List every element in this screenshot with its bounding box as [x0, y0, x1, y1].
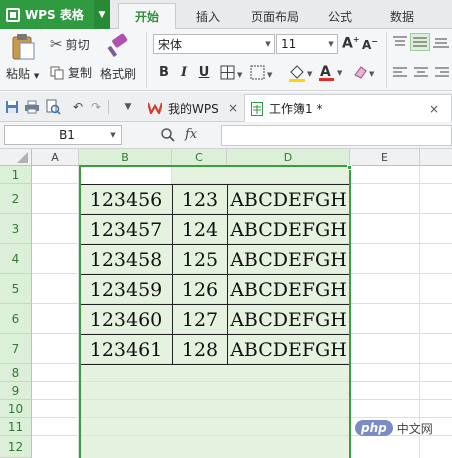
svg-text:A: A [320, 64, 331, 80]
row-header-9[interactable]: 9 [0, 382, 32, 400]
clear-format-icon[interactable]: ▼ [352, 64, 378, 83]
redo-icon[interactable]: ↷ [88, 99, 104, 115]
row-header-3[interactable]: 3 [0, 214, 32, 244]
title-bar: WPS 表格 ▼ 开始 插入 页面布局 公式 数据 [0, 0, 452, 29]
underline-button[interactable]: U [195, 63, 213, 81]
borders-icon[interactable]: ▼ [220, 65, 246, 84]
format-painter-icon[interactable] [104, 33, 134, 61]
align-middle-icon[interactable] [410, 33, 430, 51]
merge-cells-icon[interactable]: ▼ [250, 65, 276, 84]
svg-text:▼: ▼ [369, 70, 375, 78]
row-header-8[interactable]: 8 [0, 364, 32, 382]
column-header-a[interactable]: A [32, 149, 79, 166]
fill-color-icon[interactable]: ▼ [287, 63, 315, 86]
zoom-search-icon[interactable] [160, 127, 176, 146]
column-header-e[interactable]: E [350, 149, 420, 166]
align-top-icon[interactable] [392, 35, 408, 52]
tab-page-layout[interactable]: 页面布局 [240, 3, 310, 29]
align-right-icon[interactable] [434, 66, 450, 83]
row-header-7[interactable]: 7 [0, 334, 32, 364]
row-header-5[interactable]: 5 [0, 274, 32, 304]
tab-insert[interactable]: 插入 [186, 3, 230, 29]
wps-w-icon [148, 102, 162, 114]
shrink-font-button[interactable]: A− [362, 37, 378, 52]
paste-button[interactable] [8, 33, 40, 61]
tab-formulas[interactable]: 公式 [318, 3, 362, 29]
chevron-down-icon: ▼ [110, 131, 116, 139]
print-preview-icon[interactable] [45, 99, 61, 115]
format-painter-button[interactable]: 格式刷 [100, 65, 136, 82]
close-icon[interactable]: × [228, 101, 238, 115]
spreadsheet-grid[interactable]: A B C D E 1 2 3 4 5 6 7 8 9 10 11 12 123… [0, 149, 452, 458]
app-menu-button[interactable]: WPS 表格 ▼ [0, 0, 110, 29]
italic-button[interactable]: I [175, 63, 193, 81]
print-icon[interactable] [24, 99, 40, 115]
align-center-icon[interactable] [413, 66, 429, 83]
svg-text:▼: ▼ [237, 71, 243, 79]
row-header-12[interactable]: 12 [0, 436, 32, 458]
chevron-down-icon[interactable]: ▼ [94, 0, 110, 29]
column-header-f[interactable] [420, 149, 452, 166]
wps-logo-icon [6, 7, 20, 22]
paste-label[interactable]: 粘贴 ▼ [6, 65, 39, 82]
chevron-down-icon: ▼ [265, 40, 271, 48]
column-header-c[interactable]: C [172, 149, 227, 166]
align-bottom-icon[interactable] [433, 35, 449, 52]
font-name-select[interactable]: 宋体 ▼ [153, 34, 275, 54]
document-tab-bar: ↶ ↷ ▼ 我的WPS × 工作簿1 * × [0, 92, 452, 122]
clipboard-icon [12, 34, 35, 60]
undo-icon[interactable]: ↶ [70, 99, 86, 115]
tab-data[interactable]: 数据 [380, 3, 424, 29]
formula-bar: B1 ▼ fx [0, 122, 452, 149]
name-box[interactable]: B1 ▼ [4, 125, 122, 145]
doc-tab-workbook1[interactable]: 工作簿1 * × [244, 94, 452, 122]
save-icon[interactable] [4, 99, 20, 115]
column-header-d[interactable]: D [227, 149, 350, 166]
font-color-icon[interactable]: A ▼ [317, 62, 345, 85]
row-header-10[interactable]: 10 [0, 400, 32, 418]
cut-button[interactable]: ✂ 剪切 [50, 35, 90, 53]
svg-text:▼: ▼ [337, 69, 343, 77]
font-size-select[interactable]: 11 ▼ [276, 34, 338, 54]
ribbon: 粘贴 ▼ ✂ 剪切 复制 格式刷 宋体 ▼ 11 ▼ A+ A− B I U ▼ ▼… [0, 29, 452, 91]
insert-function-button[interactable]: fx [185, 127, 197, 142]
chevron-down-icon[interactable]: ▼ [120, 99, 136, 115]
close-icon[interactable]: × [429, 102, 439, 116]
tab-home[interactable]: 开始 [118, 3, 176, 29]
app-title: WPS 表格 [25, 8, 84, 22]
align-left-icon[interactable] [392, 66, 408, 83]
row-header-11[interactable]: 11 [0, 418, 32, 436]
php-logo: php [355, 420, 393, 436]
spreadsheet-file-icon [251, 101, 263, 116]
column-header-b[interactable]: B [79, 149, 172, 166]
copy-button[interactable]: 复制 [50, 64, 92, 81]
watermark: php 中文网 [355, 417, 452, 439]
svg-text:▼: ▼ [267, 71, 273, 79]
row-header-4[interactable]: 4 [0, 244, 32, 274]
row-header-2[interactable]: 2 [0, 184, 32, 214]
select-all-corner[interactable] [0, 149, 32, 166]
svg-text:▼: ▼ [307, 70, 313, 78]
chevron-down-icon: ▼ [328, 40, 334, 48]
scissors-icon: ✂ [50, 35, 63, 53]
row-header-1[interactable]: 1 [0, 166, 32, 184]
copy-icon [50, 66, 64, 79]
bold-button[interactable]: B [155, 63, 173, 81]
row-header-6[interactable]: 6 [0, 304, 32, 334]
selection-border [79, 165, 351, 458]
fill-handle[interactable] [347, 165, 352, 170]
formula-input[interactable] [221, 125, 452, 146]
grow-font-button[interactable]: A+ [342, 35, 360, 52]
doc-tab-mywps[interactable]: 我的WPS × [142, 94, 242, 122]
